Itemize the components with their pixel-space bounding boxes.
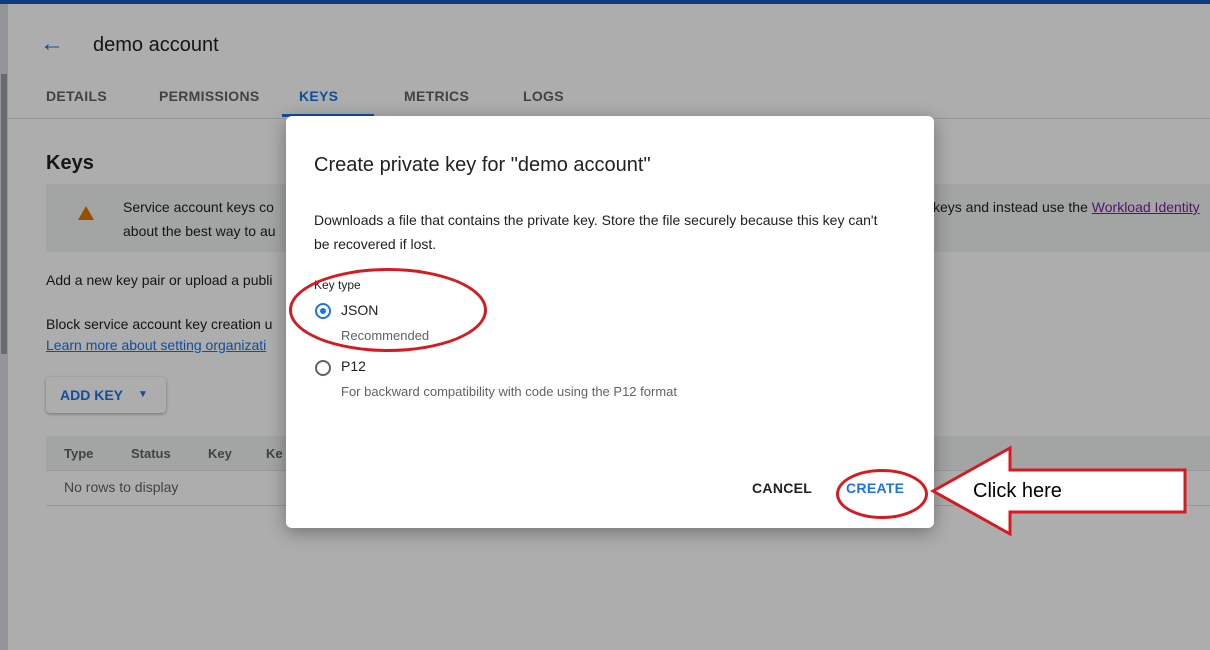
p12-radio[interactable] (315, 360, 331, 376)
callout-text: Click here (973, 480, 1062, 502)
dialog-title: Create private key for "demo account" (314, 154, 651, 176)
p12-option-sublabel: For backward compatibility with code usi… (341, 384, 677, 399)
create-highlight-oval (836, 469, 928, 519)
p12-option-label[interactable]: P12 (341, 358, 366, 374)
cancel-button[interactable]: CANCEL (752, 480, 812, 496)
dialog-description: Downloads a file that contains the priva… (314, 212, 878, 252)
json-highlight-oval (289, 268, 487, 352)
